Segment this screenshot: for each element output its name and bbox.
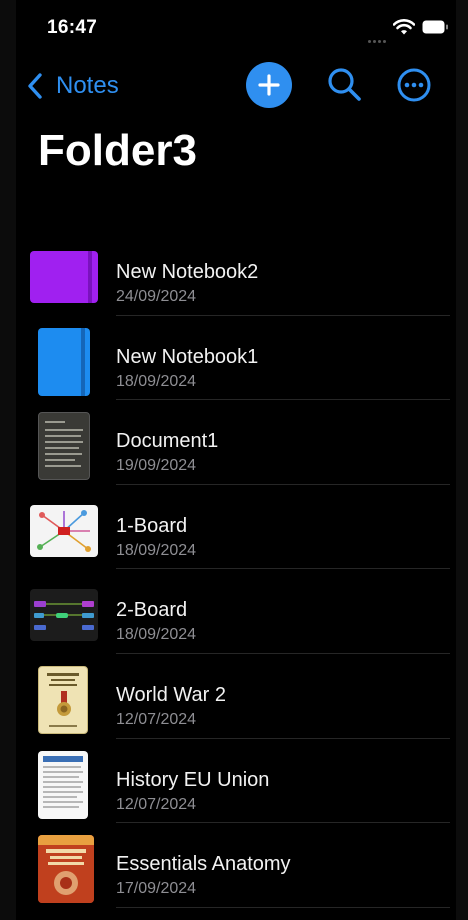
document-thumbnail [38, 412, 90, 481]
list-item[interactable]: New Notebook1 18/09/2024 [16, 316, 456, 401]
item-date: 17/09/2024 [116, 880, 197, 898]
notebook-icon [38, 327, 90, 396]
list-item[interactable]: Document1 19/09/2024 [16, 400, 456, 485]
list-item[interactable]: Essentials Anatomy 17/09/2024 [16, 823, 456, 908]
book-cover-thumbnail [38, 665, 88, 734]
more-icon[interactable] [396, 67, 432, 103]
item-name: World War 2 [116, 683, 227, 706]
item-name: Document1 [116, 430, 219, 453]
item-date: 19/09/2024 [116, 457, 197, 475]
back-label: Notes [56, 72, 119, 99]
item-date: 12/07/2024 [116, 795, 197, 813]
search-icon[interactable] [326, 66, 362, 104]
status-bar: 16:47 [0, 0, 468, 56]
flowchart-thumbnail [30, 589, 98, 642]
list-item[interactable]: World War 2 12/07/2024 [16, 654, 456, 739]
item-date: 24/09/2024 [116, 288, 197, 305]
item-name: Essentials Anatomy [116, 853, 291, 876]
notes-list: New Notebook2 24/09/2024 New Notebook1 1… [16, 231, 456, 908]
item-name: 2-Board [116, 599, 188, 622]
mindmap-thumbnail [30, 504, 98, 557]
list-item[interactable]: 1-Board 18/09/2024 [16, 485, 456, 570]
item-date: 18/09/2024 [116, 541, 197, 559]
list-item[interactable]: History EU Union 12/07/2024 [16, 739, 456, 824]
left-edge [0, 0, 16, 920]
right-edge [456, 0, 468, 920]
status-time: 16:47 [47, 17, 98, 38]
wifi-icon [393, 19, 415, 35]
list-item[interactable]: New Notebook2 24/09/2024 [16, 231, 456, 316]
chevron-left-icon [28, 73, 42, 99]
page-title: Folder3 [38, 126, 197, 175]
item-date: 18/09/2024 [116, 626, 197, 644]
item-name: New Notebook2 [116, 261, 259, 283]
item-name: 1-Board [116, 514, 188, 537]
item-name: History EU Union [116, 768, 270, 791]
divider [116, 906, 450, 908]
add-button[interactable] [246, 62, 292, 108]
signal-icon [368, 30, 392, 43]
document-thumbnail [38, 750, 88, 819]
item-name: New Notebook1 [116, 345, 259, 368]
back-button[interactable]: Notes [26, 70, 119, 102]
notebook-icon [30, 251, 98, 303]
list-item[interactable]: 2-Board 18/09/2024 [16, 569, 456, 654]
plus-icon [258, 74, 280, 96]
item-date: 12/07/2024 [116, 710, 197, 728]
item-date: 18/09/2024 [116, 372, 197, 390]
battery-icon [422, 20, 448, 34]
book-cover-thumbnail [38, 835, 94, 904]
